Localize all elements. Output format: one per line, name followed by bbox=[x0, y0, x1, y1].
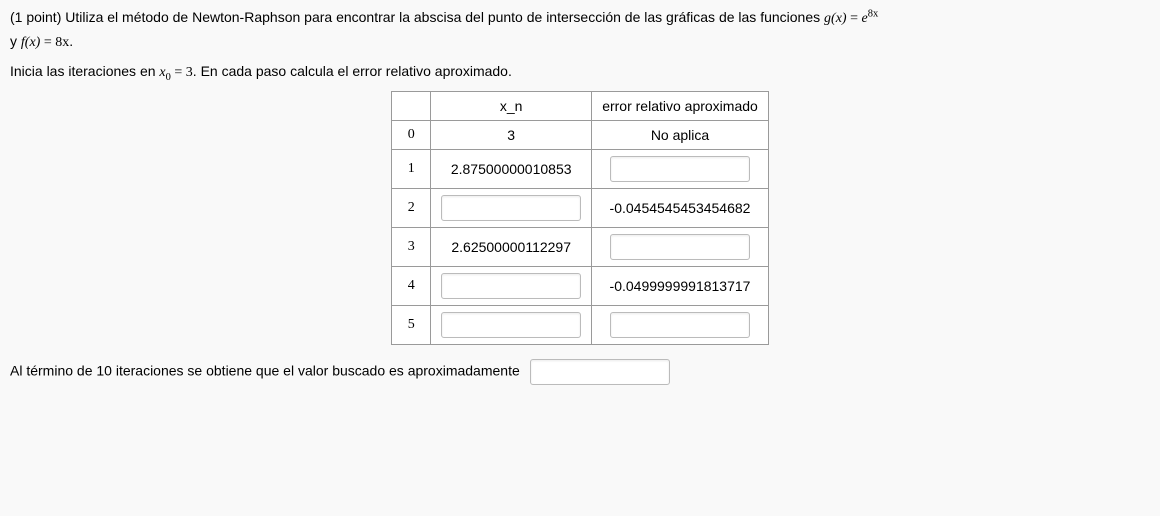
xn-cell bbox=[431, 305, 592, 344]
table-row: 2 -0.0454545453454682 bbox=[392, 188, 769, 227]
xn-input[interactable] bbox=[441, 273, 581, 299]
error-input[interactable] bbox=[610, 234, 750, 260]
table-row: 5 bbox=[392, 305, 769, 344]
final-text: Al término de 10 iteraciones se obtiene … bbox=[10, 362, 520, 378]
row-index: 4 bbox=[392, 266, 431, 305]
period: . bbox=[69, 33, 73, 49]
final-answer-input[interactable] bbox=[530, 359, 670, 385]
table-row: 12.87500000010853 bbox=[392, 149, 769, 188]
final-line: Al término de 10 iteraciones se obtiene … bbox=[10, 359, 1150, 385]
error-cell: -0.0499999991813717 bbox=[592, 266, 769, 305]
error-cell bbox=[592, 227, 769, 266]
row-index: 0 bbox=[392, 120, 431, 149]
equals-2: = bbox=[40, 35, 55, 50]
instruction-text: Inicia las iteraciones en x0 = 3. En cad… bbox=[10, 63, 1150, 81]
row-index: 5 bbox=[392, 305, 431, 344]
row-index: 1 bbox=[392, 149, 431, 188]
f-rhs: 8x bbox=[55, 35, 69, 50]
f-lhs: f(x) bbox=[21, 35, 40, 50]
row-index: 2 bbox=[392, 188, 431, 227]
error-cell: No aplica bbox=[592, 120, 769, 149]
table-row: 4 -0.0499999991813717 bbox=[392, 266, 769, 305]
xn-input[interactable] bbox=[441, 312, 581, 338]
error-cell bbox=[592, 149, 769, 188]
equals-1: = bbox=[847, 11, 862, 26]
xn-input[interactable] bbox=[441, 195, 581, 221]
xn-cell: 3 bbox=[431, 120, 592, 149]
error-cell bbox=[592, 305, 769, 344]
error-input[interactable] bbox=[610, 156, 750, 182]
row-index: 3 bbox=[392, 227, 431, 266]
xn-cell: 2.87500000010853 bbox=[431, 149, 592, 188]
points-label: (1 point) bbox=[10, 9, 65, 25]
problem-statement: (1 point) Utiliza el método de Newton-Ra… bbox=[10, 6, 1150, 55]
table-row: 32.62500000112297 bbox=[392, 227, 769, 266]
g-rhs: e8x bbox=[861, 11, 878, 26]
xn-cell bbox=[431, 266, 592, 305]
conj-y: y bbox=[10, 33, 21, 49]
intro-text: Utiliza el método de Newton-Raphson para… bbox=[65, 9, 824, 25]
table-row: 03No aplica bbox=[392, 120, 769, 149]
error-cell: -0.0454545453454682 bbox=[592, 188, 769, 227]
g-lhs: g(x) bbox=[824, 11, 847, 26]
iteration-table: x_n error relativo aproximado 03No aplic… bbox=[391, 91, 769, 345]
xn-cell bbox=[431, 188, 592, 227]
header-blank bbox=[392, 91, 431, 120]
error-input[interactable] bbox=[610, 312, 750, 338]
header-error: error relativo aproximado bbox=[592, 91, 769, 120]
header-xn: x_n bbox=[431, 91, 592, 120]
xn-cell: 2.62500000112297 bbox=[431, 227, 592, 266]
